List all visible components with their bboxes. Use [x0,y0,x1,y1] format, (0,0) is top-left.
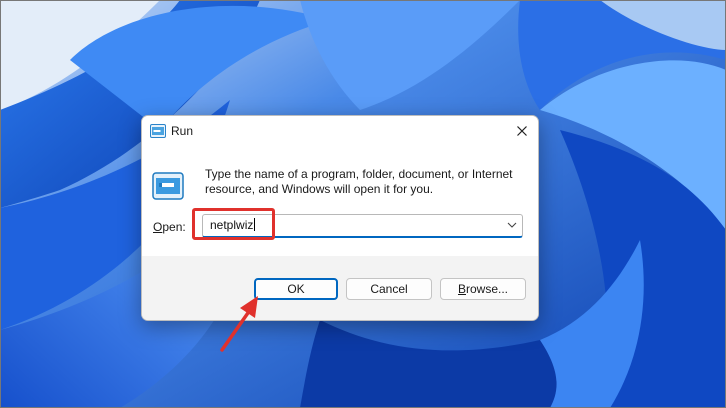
open-label: Open: [153,220,186,234]
run-icon [150,124,166,138]
button-bar: OK Cancel Browse... [142,256,538,320]
close-icon [517,126,527,136]
browse-label-text: rowse... [466,282,509,296]
open-label-text: pen: [162,220,186,234]
open-label-accelerator: O [153,220,163,234]
window-title: Run [171,124,194,138]
instruction-text: Type the name of a program, folder, docu… [205,167,513,196]
title-bar[interactable]: Run [142,116,538,148]
cancel-button[interactable]: Cancel [346,278,432,300]
browse-accelerator: B [457,282,466,296]
red-arrow [220,296,258,352]
input-highlight-box [192,208,275,240]
close-button[interactable] [506,116,538,146]
run-large-icon [152,172,184,200]
browse-button[interactable]: Browse... [440,278,526,300]
chevron-down-icon[interactable] [506,219,518,231]
